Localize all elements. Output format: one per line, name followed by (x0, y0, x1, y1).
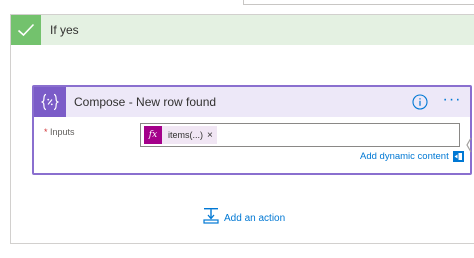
dynamic-content-icon (452, 151, 464, 162)
expression-token[interactable]: fx items(...) × (144, 126, 217, 144)
inputs-field[interactable]: fx items(...) × (140, 123, 460, 147)
add-action-icon (203, 207, 219, 229)
compose-braces-icon (34, 87, 66, 117)
info-icon[interactable] (412, 94, 428, 110)
add-dynamic-content-label: Add dynamic content (360, 151, 449, 162)
token-text: items(...) (168, 130, 203, 140)
card-header[interactable]: Compose - New row found ··· (34, 87, 470, 117)
if-yes-branch: If yes Compose - New row found ··· * Inp… (10, 14, 474, 244)
compose-action-card: Compose - New row found ··· * Inputs fx … (32, 85, 472, 175)
add-action-label: Add an action (224, 212, 286, 224)
more-options-icon[interactable]: ··· (442, 92, 462, 110)
previous-card-edge (243, 0, 474, 5)
inputs-label: * Inputs (44, 127, 75, 137)
right-panel-chevron-icon[interactable] (466, 134, 472, 156)
check-icon (11, 15, 41, 45)
required-marker: * (44, 127, 48, 137)
inputs-label-text: Inputs (50, 127, 75, 137)
branch-header[interactable]: If yes (11, 15, 474, 45)
add-an-action-button[interactable]: Add an action (203, 207, 285, 229)
card-title: Compose - New row found (74, 95, 217, 109)
add-dynamic-content-link[interactable]: Add dynamic content (360, 151, 464, 162)
expression-fx-icon: fx (144, 126, 162, 144)
branch-title: If yes (50, 23, 79, 37)
token-remove-button[interactable]: × (207, 130, 217, 141)
